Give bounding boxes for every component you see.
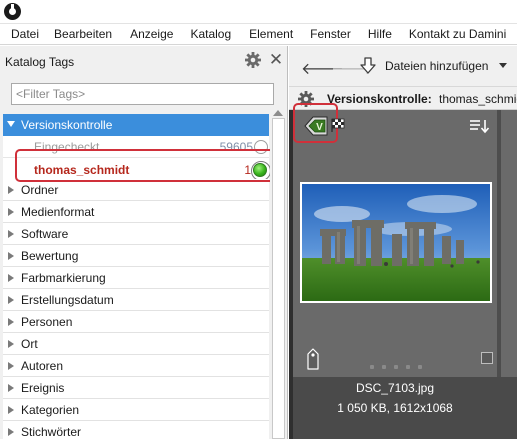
- panel-title: Katalog Tags: [5, 55, 75, 69]
- media-browser: V DSC_7103.jpg 1 050 KB, 1612x1068: [289, 103, 517, 439]
- rating-dots[interactable]: [370, 358, 430, 372]
- tree-item-label: Ereignis: [21, 381, 65, 395]
- highlight-annotation: [15, 149, 275, 182]
- filter-tags-input[interactable]: <Filter Tags>: [11, 83, 274, 105]
- sort-icon[interactable]: [469, 118, 491, 134]
- tree-item-ort[interactable]: Ort: [3, 333, 269, 355]
- filter-key: Versionskontrolle:: [327, 92, 432, 106]
- tree-item-label: Software: [21, 227, 69, 241]
- next-media-card[interactable]: [501, 110, 517, 377]
- tree-item-label: Personen: [21, 315, 73, 329]
- chevron-right-icon[interactable]: [8, 406, 14, 414]
- tree-item-label: Ort: [21, 337, 38, 351]
- chevron-right-icon[interactable]: [8, 252, 14, 260]
- rating-dot[interactable]: [382, 365, 386, 369]
- chevron-right-icon[interactable]: [8, 296, 14, 304]
- rating-dot[interactable]: [418, 365, 422, 369]
- tree-item-label: Kategorien: [21, 403, 80, 417]
- tree-item-label: Stichwörter: [21, 425, 82, 439]
- version-badge: V: [316, 122, 323, 133]
- chevron-down-icon[interactable]: [7, 121, 15, 127]
- tree-item-ordner[interactable]: Ordner: [3, 179, 269, 201]
- tree-item-versionskontrolle[interactable]: Versionskontrolle: [3, 114, 269, 136]
- gear-icon[interactable]: [244, 51, 262, 69]
- panel-header: Katalog Tags ✕: [0, 46, 287, 76]
- chevron-right-icon[interactable]: [8, 230, 14, 238]
- tree-item-personen[interactable]: Personen: [3, 311, 269, 333]
- tree-item-label: Farbmarkierung: [21, 271, 106, 285]
- rating-dot[interactable]: [370, 365, 374, 369]
- filter-value: thomas_schmidt: [439, 92, 517, 106]
- tree-item-software[interactable]: Software: [3, 223, 269, 245]
- menu-element[interactable]: Element: [231, 27, 293, 41]
- catalog-tags-panel: Katalog Tags ✕ <Filter Tags> Versionskon…: [0, 46, 288, 439]
- menu-hilfe[interactable]: Hilfe: [351, 27, 392, 41]
- chevron-right-icon[interactable]: [8, 340, 14, 348]
- tree-item-bewertung[interactable]: Bewertung: [3, 245, 269, 267]
- tree-item-erstellungsdatum[interactable]: Erstellungsdatum: [3, 289, 269, 311]
- chevron-right-icon[interactable]: [8, 318, 14, 326]
- chevron-right-icon[interactable]: [8, 274, 14, 282]
- chevron-right-icon[interactable]: [8, 208, 14, 216]
- chevron-right-icon[interactable]: [8, 384, 14, 392]
- tree-item-ereignis[interactable]: Ereignis: [3, 377, 269, 399]
- scrollbar-thumb[interactable]: [272, 118, 285, 439]
- menu-bearbeiten[interactable]: Bearbeiten: [39, 27, 112, 41]
- tree-item-label: Autoren: [21, 359, 64, 373]
- checkered-flag-icon[interactable]: [331, 118, 345, 132]
- menu-kontakt[interactable]: Kontakt zu Damini: [392, 27, 506, 41]
- chevron-right-icon[interactable]: [8, 362, 14, 370]
- media-card[interactable]: V: [293, 103, 497, 377]
- chevron-right-icon[interactable]: [8, 428, 14, 436]
- add-files-button[interactable]: Dateien hinzufügen: [385, 59, 488, 73]
- version-control-icon[interactable]: V: [303, 115, 333, 137]
- tree-item-label: Medienformat: [21, 205, 95, 219]
- tree-item-label: Ordner: [21, 183, 59, 197]
- stonehenge-photo: [302, 184, 490, 301]
- import-icon[interactable]: [360, 57, 376, 75]
- tree-item-label: Erstellungsdatum: [21, 293, 114, 307]
- file-name: DSC_7103.jpg: [355, 381, 435, 395]
- scroll-up-icon[interactable]: [273, 110, 283, 116]
- select-checkbox[interactable]: [481, 352, 493, 364]
- tree-item-farbmarkierung[interactable]: Farbmarkierung: [3, 267, 269, 289]
- tree-item-medienformat[interactable]: Medienformat: [3, 201, 269, 223]
- app-logo-icon: [4, 3, 21, 20]
- tag-icon[interactable]: [305, 348, 321, 370]
- tree-item-label: Bewertung: [21, 249, 79, 263]
- browser-panel: 🡐 🡒 Dateien hinzufügen Versionskontrolle…: [289, 46, 517, 439]
- menu-anzeige[interactable]: Anzeige: [112, 27, 173, 41]
- media-info: DSC_7103.jpg 1 050 KB, 1612x1068: [293, 377, 517, 439]
- dropdown-arrow-icon[interactable]: [499, 63, 507, 68]
- tree-item-autoren[interactable]: Autoren: [3, 355, 269, 377]
- menu-fenster[interactable]: Fenster: [293, 27, 351, 41]
- tree-item-stichwoerter[interactable]: Stichwörter: [3, 421, 269, 439]
- title-bar: [0, 0, 517, 24]
- toolbar: 🡐 🡒 Dateien hinzufügen: [289, 46, 517, 86]
- close-icon[interactable]: ✕: [268, 51, 284, 69]
- image-thumbnail[interactable]: [300, 182, 492, 303]
- rating-dot[interactable]: [394, 365, 398, 369]
- tree-item-label: Versionskontrolle: [21, 118, 113, 132]
- file-meta: 1 050 KB, 1612x1068: [337, 401, 453, 415]
- rating-dot[interactable]: [406, 365, 410, 369]
- chevron-right-icon[interactable]: [8, 186, 14, 194]
- tree-item-kategorien[interactable]: Kategorien: [3, 399, 269, 421]
- menu-bar: Datei Bearbeiten Anzeige Katalog Element…: [0, 24, 517, 45]
- menu-katalog[interactable]: Katalog: [173, 27, 231, 41]
- menu-datei[interactable]: Datei: [0, 27, 39, 41]
